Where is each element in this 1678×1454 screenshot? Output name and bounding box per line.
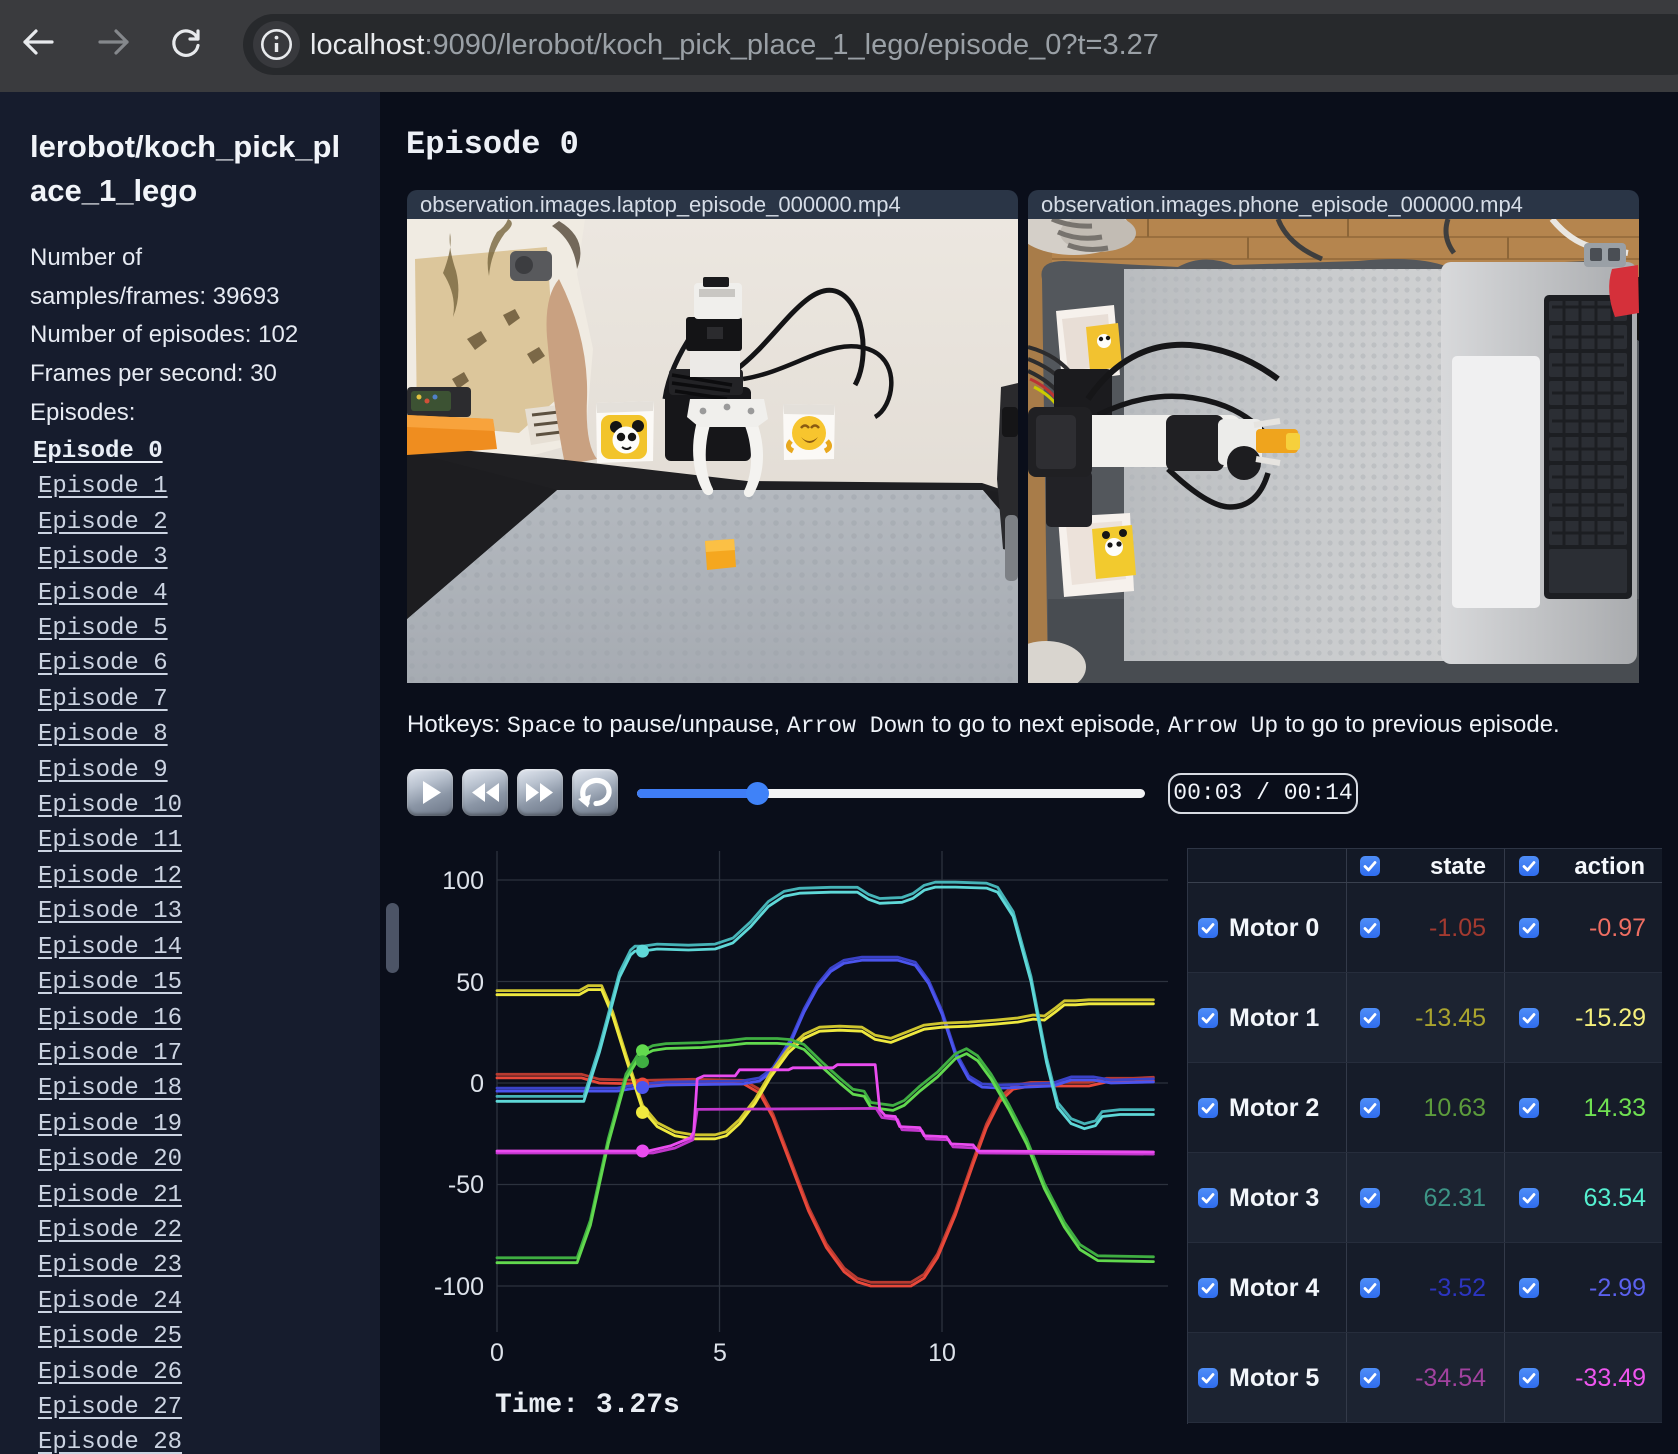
svg-text:0: 0 [470, 1070, 484, 1098]
svg-text:10: 10 [928, 1339, 956, 1367]
svg-text:100: 100 [442, 867, 484, 895]
svg-text:Time: 3.27s: Time: 3.27s [495, 1390, 680, 1421]
svg-text:5: 5 [713, 1339, 727, 1367]
svg-text:-50: -50 [448, 1171, 484, 1199]
svg-text:50: 50 [456, 969, 484, 997]
svg-text:0: 0 [490, 1339, 504, 1367]
svg-text:-100: -100 [434, 1273, 484, 1301]
